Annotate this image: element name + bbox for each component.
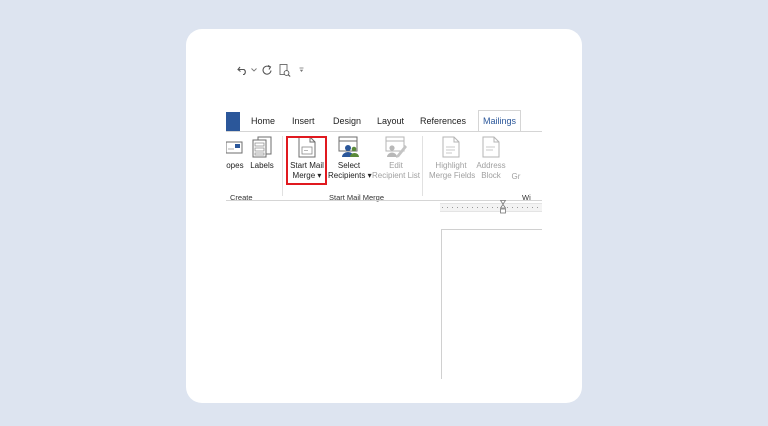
print-preview-icon[interactable]: [278, 63, 292, 77]
group-separator: [282, 136, 283, 196]
redo-icon[interactable]: [260, 63, 274, 77]
address-label-1: Address: [476, 161, 506, 170]
greeting-label: Gr: [511, 172, 521, 181]
tab-references[interactable]: References: [416, 111, 470, 131]
edit-list-icon: [385, 136, 407, 158]
customize-qat-icon[interactable]: [296, 63, 306, 77]
quick-access-toolbar: [226, 53, 542, 87]
select-recipients-label-2: Recipients ▾: [328, 171, 372, 180]
screenshot-card: Home Insert Design Layout References Mai…: [186, 29, 582, 403]
address-label-2: Block: [481, 171, 501, 180]
highlight-fields-icon: [442, 136, 460, 158]
labels-label: Labels: [250, 161, 274, 170]
ribbon-divider: [226, 200, 542, 201]
tab-home[interactable]: Home: [247, 111, 279, 131]
recipients-icon: [338, 136, 359, 157]
envelope-icon: [226, 141, 243, 154]
ribbon-tabs: Home Insert Design Layout References Mai…: [226, 110, 542, 132]
tab-insert[interactable]: Insert: [288, 111, 319, 131]
edit-recipient-list-label-1: Edit: [389, 161, 403, 170]
labels-icon: [252, 136, 272, 158]
highlight-label-2: Merge Fields: [429, 171, 476, 180]
word-window: Home Insert Design Layout References Mai…: [226, 53, 542, 379]
document-page[interactable]: [441, 229, 542, 379]
undo-icon[interactable]: [236, 63, 250, 77]
address-block-icon: [482, 136, 500, 158]
edit-recipient-list-label-2: Recipient List: [372, 171, 421, 180]
address-block-button[interactable]: Address Block: [474, 136, 508, 181]
edit-recipient-list-button[interactable]: Edit Recipient List: [372, 136, 420, 181]
select-recipients-button[interactable]: Select Recipients ▾: [328, 136, 372, 181]
group-separator: [422, 136, 423, 196]
highlight-box: [286, 136, 327, 185]
envelopes-button[interactable]: lopes: [226, 136, 248, 171]
tab-design[interactable]: Design: [329, 111, 365, 131]
highlight-label-1: Highlight: [435, 161, 467, 170]
highlight-merge-fields-button[interactable]: Highlight Merge Fields: [429, 136, 476, 181]
select-recipients-label-1: Select: [337, 161, 361, 170]
horizontal-ruler[interactable]: [440, 203, 542, 212]
ribbon-mailings: lopes Labels Create Start Mail Merge ▾ S…: [226, 132, 542, 202]
envelopes-label: lopes: [226, 161, 244, 170]
chevron-down-icon[interactable]: [250, 63, 258, 77]
tab-mailings[interactable]: Mailings: [478, 110, 522, 132]
ruler-ticks: [442, 207, 540, 208]
greeting-line-button[interactable]: Gr: [508, 172, 524, 182]
labels-button[interactable]: Labels: [248, 136, 276, 171]
indent-marker-icon[interactable]: [500, 200, 506, 216]
tab-layout[interactable]: Layout: [373, 111, 408, 131]
